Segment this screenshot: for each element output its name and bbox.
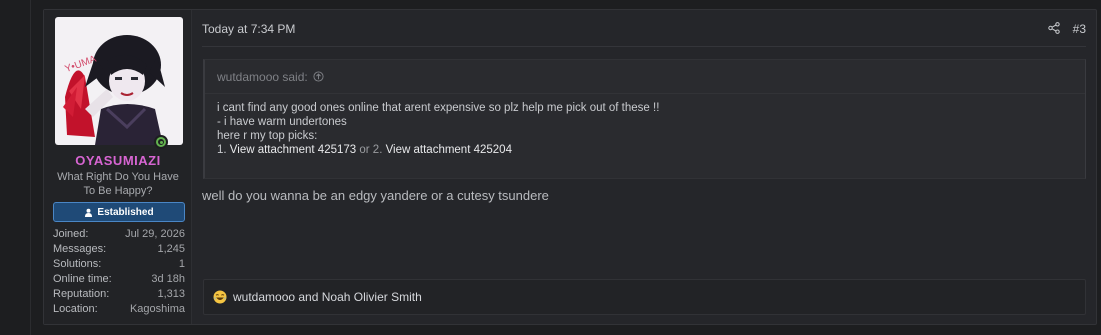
user-banner: Established bbox=[53, 202, 185, 222]
stat-value[interactable]: Kagoshima bbox=[130, 302, 185, 317]
forum-post: Y•UMA OYASUMIAZI What Right Do You Have … bbox=[43, 9, 1097, 325]
quote-author[interactable]: wutdamooo said: bbox=[217, 70, 308, 84]
left-border-line bbox=[30, 0, 31, 335]
user-sidebar: Y•UMA OYASUMIAZI What Right Do You Have … bbox=[44, 10, 192, 324]
stat-value: 1,313 bbox=[157, 288, 185, 300]
quote-content: i cant find any good ones online that ar… bbox=[205, 94, 1085, 164]
arrow-up-circle-icon[interactable] bbox=[313, 71, 324, 82]
attachment-link-2[interactable]: View attachment 425204 bbox=[386, 144, 512, 156]
pick-prefix: 1. bbox=[217, 144, 230, 156]
stat-label: Reputation: bbox=[53, 288, 110, 300]
quote-picks: 1. View attachment 425173 or 2. View att… bbox=[217, 143, 1073, 157]
quote-line: i cant find any good ones online that ar… bbox=[217, 102, 660, 114]
post-number[interactable]: #3 bbox=[1073, 22, 1086, 36]
stat-value: 1 bbox=[178, 258, 185, 270]
post-date[interactable]: Today at 7:34 PM bbox=[202, 22, 295, 36]
attachment-link-1[interactable]: View attachment 425173 bbox=[230, 144, 356, 156]
reactions-text[interactable]: wutdamooo and Noah Olivier Smith bbox=[233, 290, 422, 304]
reactions-bar[interactable]: wutdamooo and Noah Olivier Smith bbox=[203, 279, 1086, 315]
stat-online-time: Online time: 3d 18h bbox=[53, 272, 185, 287]
stat-label: Messages: bbox=[53, 243, 107, 255]
banner-label: Established bbox=[97, 206, 154, 218]
user-avatar[interactable]: Y•UMA bbox=[55, 17, 183, 145]
stat-label: Location: bbox=[53, 303, 98, 315]
quote-line: here r my top picks: bbox=[217, 130, 318, 142]
pick-separator: or 2. bbox=[356, 144, 386, 156]
stat-value: 1,245 bbox=[157, 243, 185, 255]
quote-line: - i have warm undertones bbox=[217, 116, 347, 128]
quote-block: wutdamooo said: i cant find any good one… bbox=[203, 59, 1086, 179]
divider bbox=[202, 46, 1086, 47]
stat-value: Jul 29, 2026 bbox=[125, 228, 185, 240]
quote-header: wutdamooo said: bbox=[205, 60, 1085, 94]
user-title: What Right Do You Have To Be Happy? bbox=[57, 171, 179, 197]
online-status-icon bbox=[154, 135, 168, 149]
username[interactable]: OYASUMIAZI bbox=[44, 153, 192, 168]
user-icon bbox=[85, 208, 93, 217]
stat-messages: Messages: 1,245 bbox=[53, 242, 185, 257]
laughing-emoji-icon bbox=[213, 290, 227, 304]
stat-label: Solutions: bbox=[53, 258, 102, 270]
post-main: Today at 7:34 PM #3 wutdamooo said: i ca… bbox=[202, 10, 1086, 324]
post-body: well do you wanna be an edgy yandere or … bbox=[202, 188, 549, 203]
stat-joined: Joined: Jul 29, 2026 bbox=[53, 227, 185, 242]
stat-reputation: Reputation: 1,313 bbox=[53, 287, 185, 302]
user-stats: Joined: Jul 29, 2026 Messages: 1,245 Solut… bbox=[53, 227, 185, 317]
share-icon[interactable] bbox=[1048, 22, 1060, 34]
stat-label: Joined: bbox=[53, 228, 89, 240]
stat-label: Online time: bbox=[53, 273, 112, 285]
stat-solutions: Solutions: 1 bbox=[53, 257, 185, 272]
stat-location: Location: Kagoshima bbox=[53, 302, 185, 317]
stat-value: 3d 18h bbox=[151, 273, 185, 285]
